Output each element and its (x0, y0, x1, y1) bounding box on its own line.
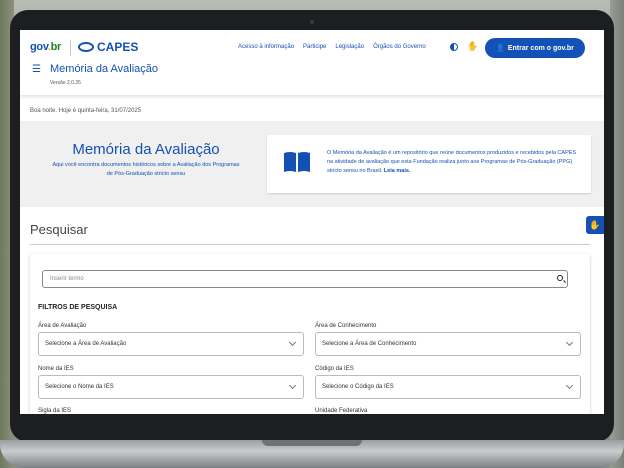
nav-link-acesso[interactable]: Acesso à informação (238, 44, 294, 50)
search-input[interactable]: Inserir termo (42, 270, 568, 288)
vlibras-icon[interactable]: ✋ (467, 41, 478, 52)
site-title[interactable]: Memória da Avaliação (50, 63, 158, 75)
filter-panel: Inserir termo FILTROS DE PESQUISA Área d… (30, 254, 590, 414)
nav-link-legislacao[interactable]: Legislação (335, 44, 364, 50)
user-icon: 👤 (496, 45, 505, 52)
logo-divider (70, 40, 71, 56)
nav-link-participe[interactable]: Participe (303, 44, 326, 50)
select-area-avaliacao[interactable]: Selecione a Área de Avaliação (38, 332, 304, 356)
label-nome-ies: Nome da IES (38, 366, 74, 372)
select-area-conhecimento[interactable]: Selecione a Área de Conhecimento (315, 332, 581, 356)
header-nav: Acesso à informação Participe Legislação… (238, 44, 426, 50)
chevron-down-icon (288, 381, 297, 390)
menu-icon[interactable]: ☰ (32, 64, 41, 75)
label-area-avaliacao: Área de Avaliação (38, 323, 87, 329)
read-more-link[interactable]: Leia mais. (384, 168, 411, 174)
hero-subtitle: Aqui você encontra documentos históricos… (52, 162, 240, 177)
select-nome-ies[interactable]: Selecione o Nome da IES (38, 375, 304, 399)
greeting-text: Boa noite. Hoje é quinta-feira, 31/07/20… (30, 108, 142, 114)
nav-link-orgaos[interactable]: Órgãos do Governo (373, 44, 426, 50)
filters-title: FILTROS DE PESQUISA (38, 304, 118, 311)
site-header: gov.br CAPES Acesso à informação Partici… (20, 30, 604, 95)
contrast-icon[interactable] (450, 43, 458, 51)
chevron-down-icon (565, 381, 574, 390)
hero-info-card: O Memória da Avaliação é um repositório … (267, 135, 591, 193)
laptop-camera (310, 20, 314, 24)
laptop-notch (262, 440, 362, 446)
search-icon[interactable] (557, 275, 563, 281)
hero-title: Memória da Avaliação (72, 141, 220, 158)
feedback-icon[interactable]: ✋ (586, 216, 604, 234)
capes-mark-icon (78, 42, 94, 52)
browser-screen: gov.br CAPES Acesso à informação Partici… (20, 30, 604, 414)
chevron-down-icon (288, 338, 297, 347)
site-version: Versão 2.0.35 (50, 80, 81, 86)
chevron-down-icon (565, 338, 574, 347)
capes-logo[interactable]: CAPES (78, 40, 138, 54)
login-button[interactable]: 👤 Entrar com o gov.br (485, 38, 585, 58)
label-area-conhecimento: Área de Conhecimento (315, 323, 377, 329)
govbr-logo[interactable]: gov.br (30, 41, 61, 53)
label-codigo-ies: Código da IES (315, 366, 354, 372)
hero-card-text: O Memória da Avaliação é um repositório … (327, 150, 577, 174)
select-codigo-ies[interactable]: Selecione o Código da IES (315, 375, 581, 399)
label-unidade-federativa: Unidade Federativa (315, 408, 368, 414)
label-sigla-ies: Sigla da IES (38, 408, 72, 414)
book-icon (283, 151, 311, 178)
hero-banner: Memória da Avaliação Aqui você encontra … (20, 121, 604, 207)
heading-divider (30, 244, 590, 245)
search-heading: Pesquisar (30, 222, 88, 237)
